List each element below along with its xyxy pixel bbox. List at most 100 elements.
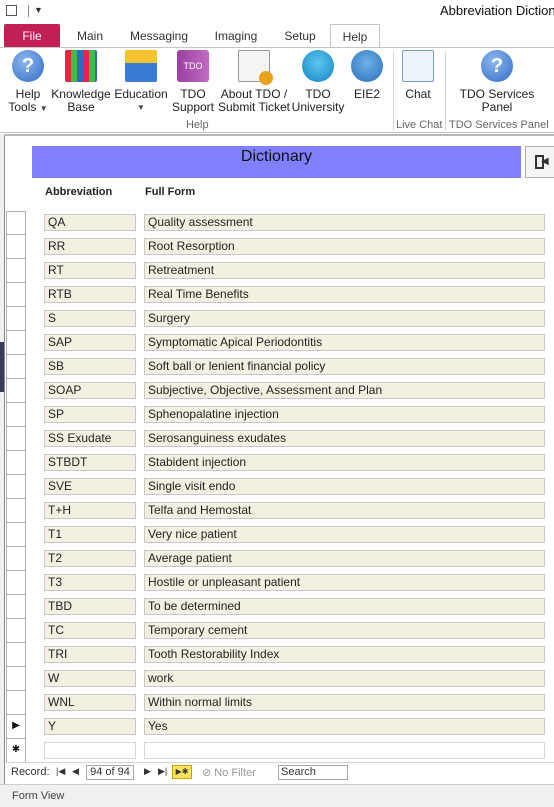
abbreviation-field[interactable]: RTB xyxy=(44,286,136,303)
close-form-button[interactable]: ◀ xyxy=(525,146,554,178)
record-selector[interactable] xyxy=(6,259,26,283)
abbreviation-field[interactable]: SAP xyxy=(44,334,136,351)
knowledge-base-button[interactable]: Knowledge Base xyxy=(50,50,112,114)
about-tdo-button[interactable]: About TDO / Submit Ticket xyxy=(217,50,291,114)
abbreviation-field[interactable] xyxy=(44,742,136,759)
record-selector[interactable] xyxy=(6,475,26,499)
abbreviation-field[interactable]: SS Exudate xyxy=(44,430,136,447)
tab-file[interactable]: File xyxy=(4,24,60,48)
abbreviation-field[interactable]: T+H xyxy=(44,502,136,519)
abbreviation-field[interactable]: Y xyxy=(44,718,136,735)
eie2-button[interactable]: EIE2 xyxy=(345,50,389,101)
record-selector[interactable] xyxy=(6,571,26,595)
full-form-field[interactable]: Tooth Restorability Index xyxy=(144,646,545,663)
record-selector[interactable] xyxy=(6,547,26,571)
tab-main[interactable]: Main xyxy=(64,24,116,48)
record-selector[interactable] xyxy=(6,427,26,451)
record-selector[interactable] xyxy=(6,379,26,403)
full-form-field[interactable]: Yes xyxy=(144,718,545,735)
record-selector[interactable] xyxy=(6,283,26,307)
no-filter-indicator[interactable]: ⊘ No Filter xyxy=(202,766,256,779)
abbreviation-field[interactable]: SVE xyxy=(44,478,136,495)
group-label-help: Help xyxy=(186,119,209,131)
record-selector[interactable] xyxy=(6,355,26,379)
tab-help[interactable]: Help xyxy=(330,24,380,48)
abbreviation-field[interactable]: QA xyxy=(44,214,136,231)
record-selector[interactable] xyxy=(6,691,26,715)
full-form-field[interactable]: Real Time Benefits xyxy=(144,286,545,303)
record-selector[interactable] xyxy=(6,595,26,619)
next-record-icon[interactable]: ▶ xyxy=(144,766,151,777)
customize-toolbar-icon[interactable]: ▼ xyxy=(34,5,43,15)
abbreviation-field[interactable]: T1 xyxy=(44,526,136,543)
record-selector[interactable] xyxy=(6,211,26,235)
full-form-field[interactable]: Subjective, Objective, Assessment and Pl… xyxy=(144,382,545,399)
new-record-icon[interactable]: ▶✱ xyxy=(172,765,192,779)
search-input[interactable]: Search xyxy=(278,765,348,780)
full-form-field[interactable]: To be determined xyxy=(144,598,545,615)
tdo-support-button[interactable]: TDO TDO Support xyxy=(170,50,216,114)
chat-button[interactable]: Chat xyxy=(396,50,440,101)
record-selector[interactable]: ✱ xyxy=(6,739,26,763)
full-form-field[interactable]: Sphenopalatine injection xyxy=(144,406,545,423)
record-selector[interactable]: ▶ xyxy=(6,715,26,739)
abbreviation-field[interactable]: TBD xyxy=(44,598,136,615)
abbreviation-field[interactable]: SOAP xyxy=(44,382,136,399)
full-form-field[interactable]: Surgery xyxy=(144,310,545,327)
abbreviation-field[interactable]: T2 xyxy=(44,550,136,567)
abbreviation-field[interactable]: S xyxy=(44,310,136,327)
ribbon-divider xyxy=(393,52,394,130)
full-form-field[interactable] xyxy=(144,742,545,759)
tdo-services-panel-button[interactable]: ? TDO Services Panel xyxy=(450,50,544,114)
abbreviation-field[interactable]: SP xyxy=(44,406,136,423)
tdo-university-icon xyxy=(302,50,334,82)
full-form-field[interactable]: work xyxy=(144,670,545,687)
tab-setup[interactable]: Setup xyxy=(276,24,324,48)
last-record-icon[interactable]: ▶| xyxy=(158,766,167,777)
record-selector[interactable] xyxy=(6,403,26,427)
first-record-icon[interactable]: |◀ xyxy=(56,766,65,777)
record-selector[interactable] xyxy=(6,307,26,331)
ribbon-tabs: File Main Messaging Imaging Setup Help xyxy=(0,22,554,48)
record-selector[interactable] xyxy=(6,451,26,475)
full-form-field[interactable]: Soft ball or lenient financial policy xyxy=(144,358,545,375)
record-selector[interactable] xyxy=(6,523,26,547)
abbreviation-field[interactable]: TC xyxy=(44,622,136,639)
full-form-field[interactable]: Average patient xyxy=(144,550,545,567)
full-form-field[interactable]: Retreatment xyxy=(144,262,545,279)
full-form-field[interactable]: Root Resorption xyxy=(144,238,545,255)
abbreviation-field[interactable]: RT xyxy=(44,262,136,279)
abbreviation-field[interactable]: TRI xyxy=(44,646,136,663)
record-selector[interactable] xyxy=(6,235,26,259)
abbreviation-field[interactable]: RR xyxy=(44,238,136,255)
abbreviation-field[interactable]: W xyxy=(44,670,136,687)
tab-messaging[interactable]: Messaging xyxy=(124,24,194,48)
record-selector[interactable] xyxy=(6,643,26,667)
record-selector[interactable] xyxy=(6,331,26,355)
tdo-university-button[interactable]: TDO University xyxy=(291,50,345,114)
help-tools-button[interactable]: ? Help Tools ▼ xyxy=(6,50,50,115)
abbreviation-field[interactable]: STBDT xyxy=(44,454,136,471)
full-form-field[interactable]: Quality assessment xyxy=(144,214,545,231)
toolbar-divider xyxy=(28,5,29,17)
abbreviation-field[interactable]: WNL xyxy=(44,694,136,711)
full-form-field[interactable]: Serosanguiness exudates xyxy=(144,430,545,447)
previous-record-icon[interactable]: ◀ xyxy=(72,766,79,777)
tab-imaging[interactable]: Imaging xyxy=(203,24,269,48)
full-form-field[interactable]: Stabident injection xyxy=(144,454,545,471)
education-button[interactable]: Education ▼ xyxy=(112,50,170,114)
abbreviation-field[interactable]: SB xyxy=(44,358,136,375)
full-form-field[interactable]: Telfa and Hemostat xyxy=(144,502,545,519)
full-form-field[interactable]: Symptomatic Apical Periodontitis xyxy=(144,334,545,351)
record-selector[interactable] xyxy=(6,619,26,643)
abbreviation-field[interactable]: T3 xyxy=(44,574,136,591)
full-form-field[interactable]: Hostile or unpleasant patient xyxy=(144,574,545,591)
record-selector[interactable] xyxy=(6,667,26,691)
full-form-field[interactable]: Temporary cement xyxy=(144,622,545,639)
record-selector[interactable] xyxy=(6,499,26,523)
full-form-field[interactable]: Within normal limits xyxy=(144,694,545,711)
save-icon[interactable] xyxy=(6,5,17,16)
full-form-field[interactable]: Very nice patient xyxy=(144,526,545,543)
record-position-field[interactable]: 94 of 94 xyxy=(86,765,134,780)
full-form-field[interactable]: Single visit endo xyxy=(144,478,545,495)
